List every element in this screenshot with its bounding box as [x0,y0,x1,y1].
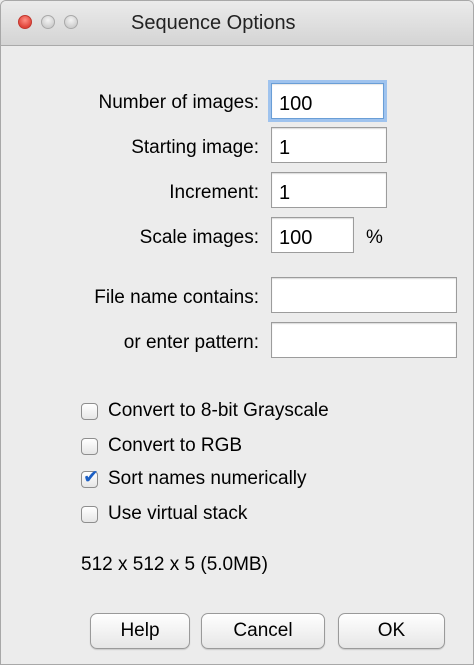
close-window-icon[interactable] [18,15,32,29]
virtual-stack-checkbox[interactable] [81,506,98,523]
cancel-button[interactable]: Cancel [201,613,325,649]
title-bar[interactable]: Sequence Options [1,1,473,46]
zoom-window-icon[interactable] [64,15,78,29]
enter-pattern-input[interactable] [271,322,457,358]
convert-8bit-checkbox[interactable] [81,403,98,420]
sequence-options-dialog: Sequence Options Number of images: Start… [0,0,474,665]
scale-images-input[interactable] [271,217,354,253]
starting-image-input[interactable] [271,127,387,163]
convert-rgb-label: Convert to RGB [108,435,243,456]
window-title: Sequence Options [131,12,296,34]
convert-8bit-label: Convert to 8-bit Grayscale [108,400,329,421]
convert-rgb-checkbox[interactable] [81,438,98,455]
minimize-window-icon[interactable] [41,15,55,29]
file-name-contains-input[interactable] [271,277,457,313]
increment-input[interactable] [271,172,387,208]
virtual-stack-label: Use virtual stack [108,503,248,524]
help-button[interactable]: Help [90,613,190,649]
sort-names-label: Sort names numerically [108,468,307,489]
percent-unit-label: % [366,227,383,248]
enter-pattern-label: or enter pattern: [123,332,259,353]
starting-image-label: Starting image: [131,137,259,158]
file-name-contains-label: File name contains: [94,287,259,308]
increment-label: Increment: [169,182,259,203]
check-icon: ✔ [83,466,99,488]
number-of-images-input[interactable] [271,83,384,119]
stack-size-info: 512 x 512 x 5 (5.0MB) [81,554,268,575]
ok-button[interactable]: OK [338,613,445,649]
sort-names-checkbox[interactable]: ✔ [81,466,99,488]
number-of-images-label: Number of images: [98,92,259,113]
scale-images-label: Scale images: [139,227,259,248]
